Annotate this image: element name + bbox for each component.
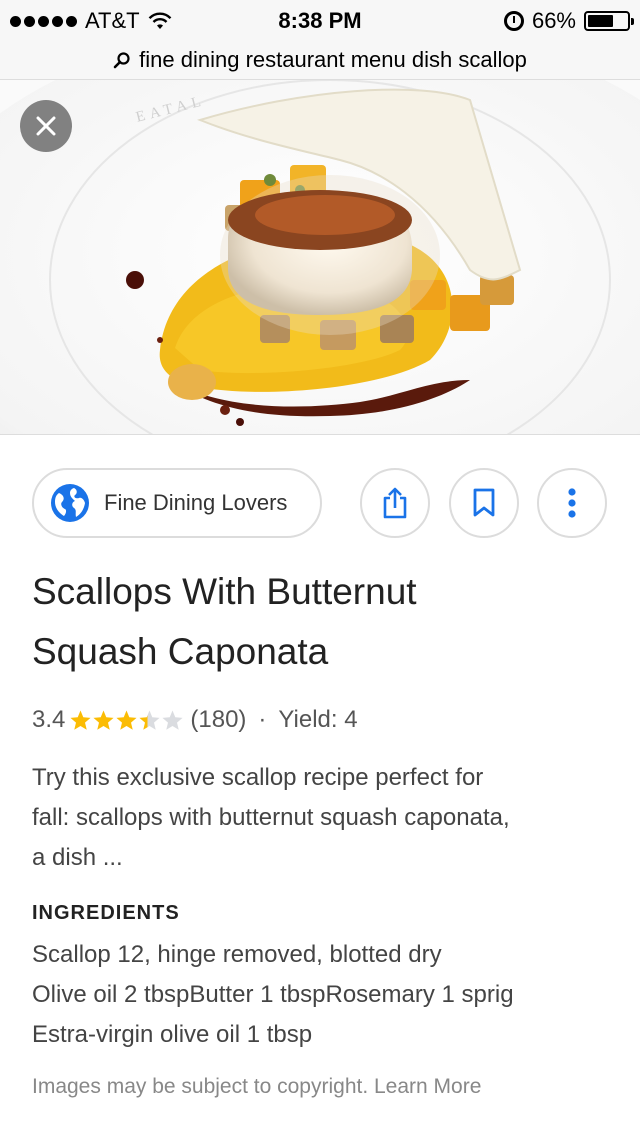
recipe-description: Try this exclusive scallop recipe perfec… (32, 758, 612, 878)
recipe-title-line2: Squash Caponata (32, 631, 329, 672)
rating-star-icon (162, 709, 183, 730)
rating-star-icon (70, 709, 91, 730)
rating-value: 3.4 (32, 706, 66, 733)
status-bar: AT&T 8:38 PM 66% (0, 0, 640, 40)
rating-stars (69, 709, 184, 732)
battery-icon (584, 11, 634, 31)
more-vert-icon (568, 488, 576, 518)
status-right: 66% (503, 8, 634, 34)
source-name: Fine Dining Lovers (104, 490, 288, 515)
description-line: fall: scallops with butternut squash cap… (32, 804, 510, 831)
ingredients-list: Scallop 12, hinge removed, blotted dry O… (32, 935, 622, 1055)
ingredient-line: Scallop 12, hinge removed, blotted dry (32, 941, 442, 968)
copyright-notice[interactable]: Images may be subject to copyright. Lear… (32, 1075, 481, 1099)
recipe-title[interactable]: Scallops With Butternut Squash Caponata (32, 562, 612, 682)
rating-star-icon (116, 709, 137, 730)
source-chip[interactable]: Fine Dining Lovers (32, 468, 322, 538)
battery-percent: 66% (531, 8, 576, 33)
share-icon (383, 487, 407, 519)
close-icon (36, 116, 56, 136)
rating-count: (180) (190, 706, 247, 733)
ingredient-line: Olive oil 2 tbspButter 1 tbspRosemary 1 … (32, 981, 514, 1008)
close-button[interactable] (20, 100, 72, 152)
battery-level (588, 15, 614, 27)
recipe-title-line1: Scallops With Butternut (32, 571, 417, 612)
rating-star-icon (93, 709, 114, 730)
scallop-dish-image: EATAL (0, 80, 640, 434)
rating-row: 3.4 (180) · Yield: 4 (32, 702, 358, 738)
globe-icon (51, 484, 89, 522)
search-bar[interactable]: fine dining restaurant menu dish scallop (0, 40, 640, 80)
share-button[interactable] (360, 468, 430, 538)
ingredients-heading: INGREDIENTS (32, 902, 180, 924)
description-line: a dish ... (32, 844, 123, 871)
rating-star-icon (139, 709, 160, 730)
recipe-yield: Yield: 4 (278, 706, 358, 733)
description-line: Try this exclusive scallop recipe perfec… (32, 764, 484, 791)
ingredient-line: Estra-virgin olive oil 1 tbsp (32, 1021, 313, 1048)
bookmark-button[interactable] (449, 468, 519, 538)
search-icon (113, 51, 130, 68)
result-image[interactable]: EATAL (0, 80, 640, 435)
bookmark-icon (473, 488, 495, 517)
more-options-button[interactable] (537, 468, 607, 538)
alarm-icon (503, 11, 524, 31)
search-query[interactable]: fine dining restaurant menu dish scallop (139, 47, 527, 73)
separator-dot: · (258, 706, 267, 733)
